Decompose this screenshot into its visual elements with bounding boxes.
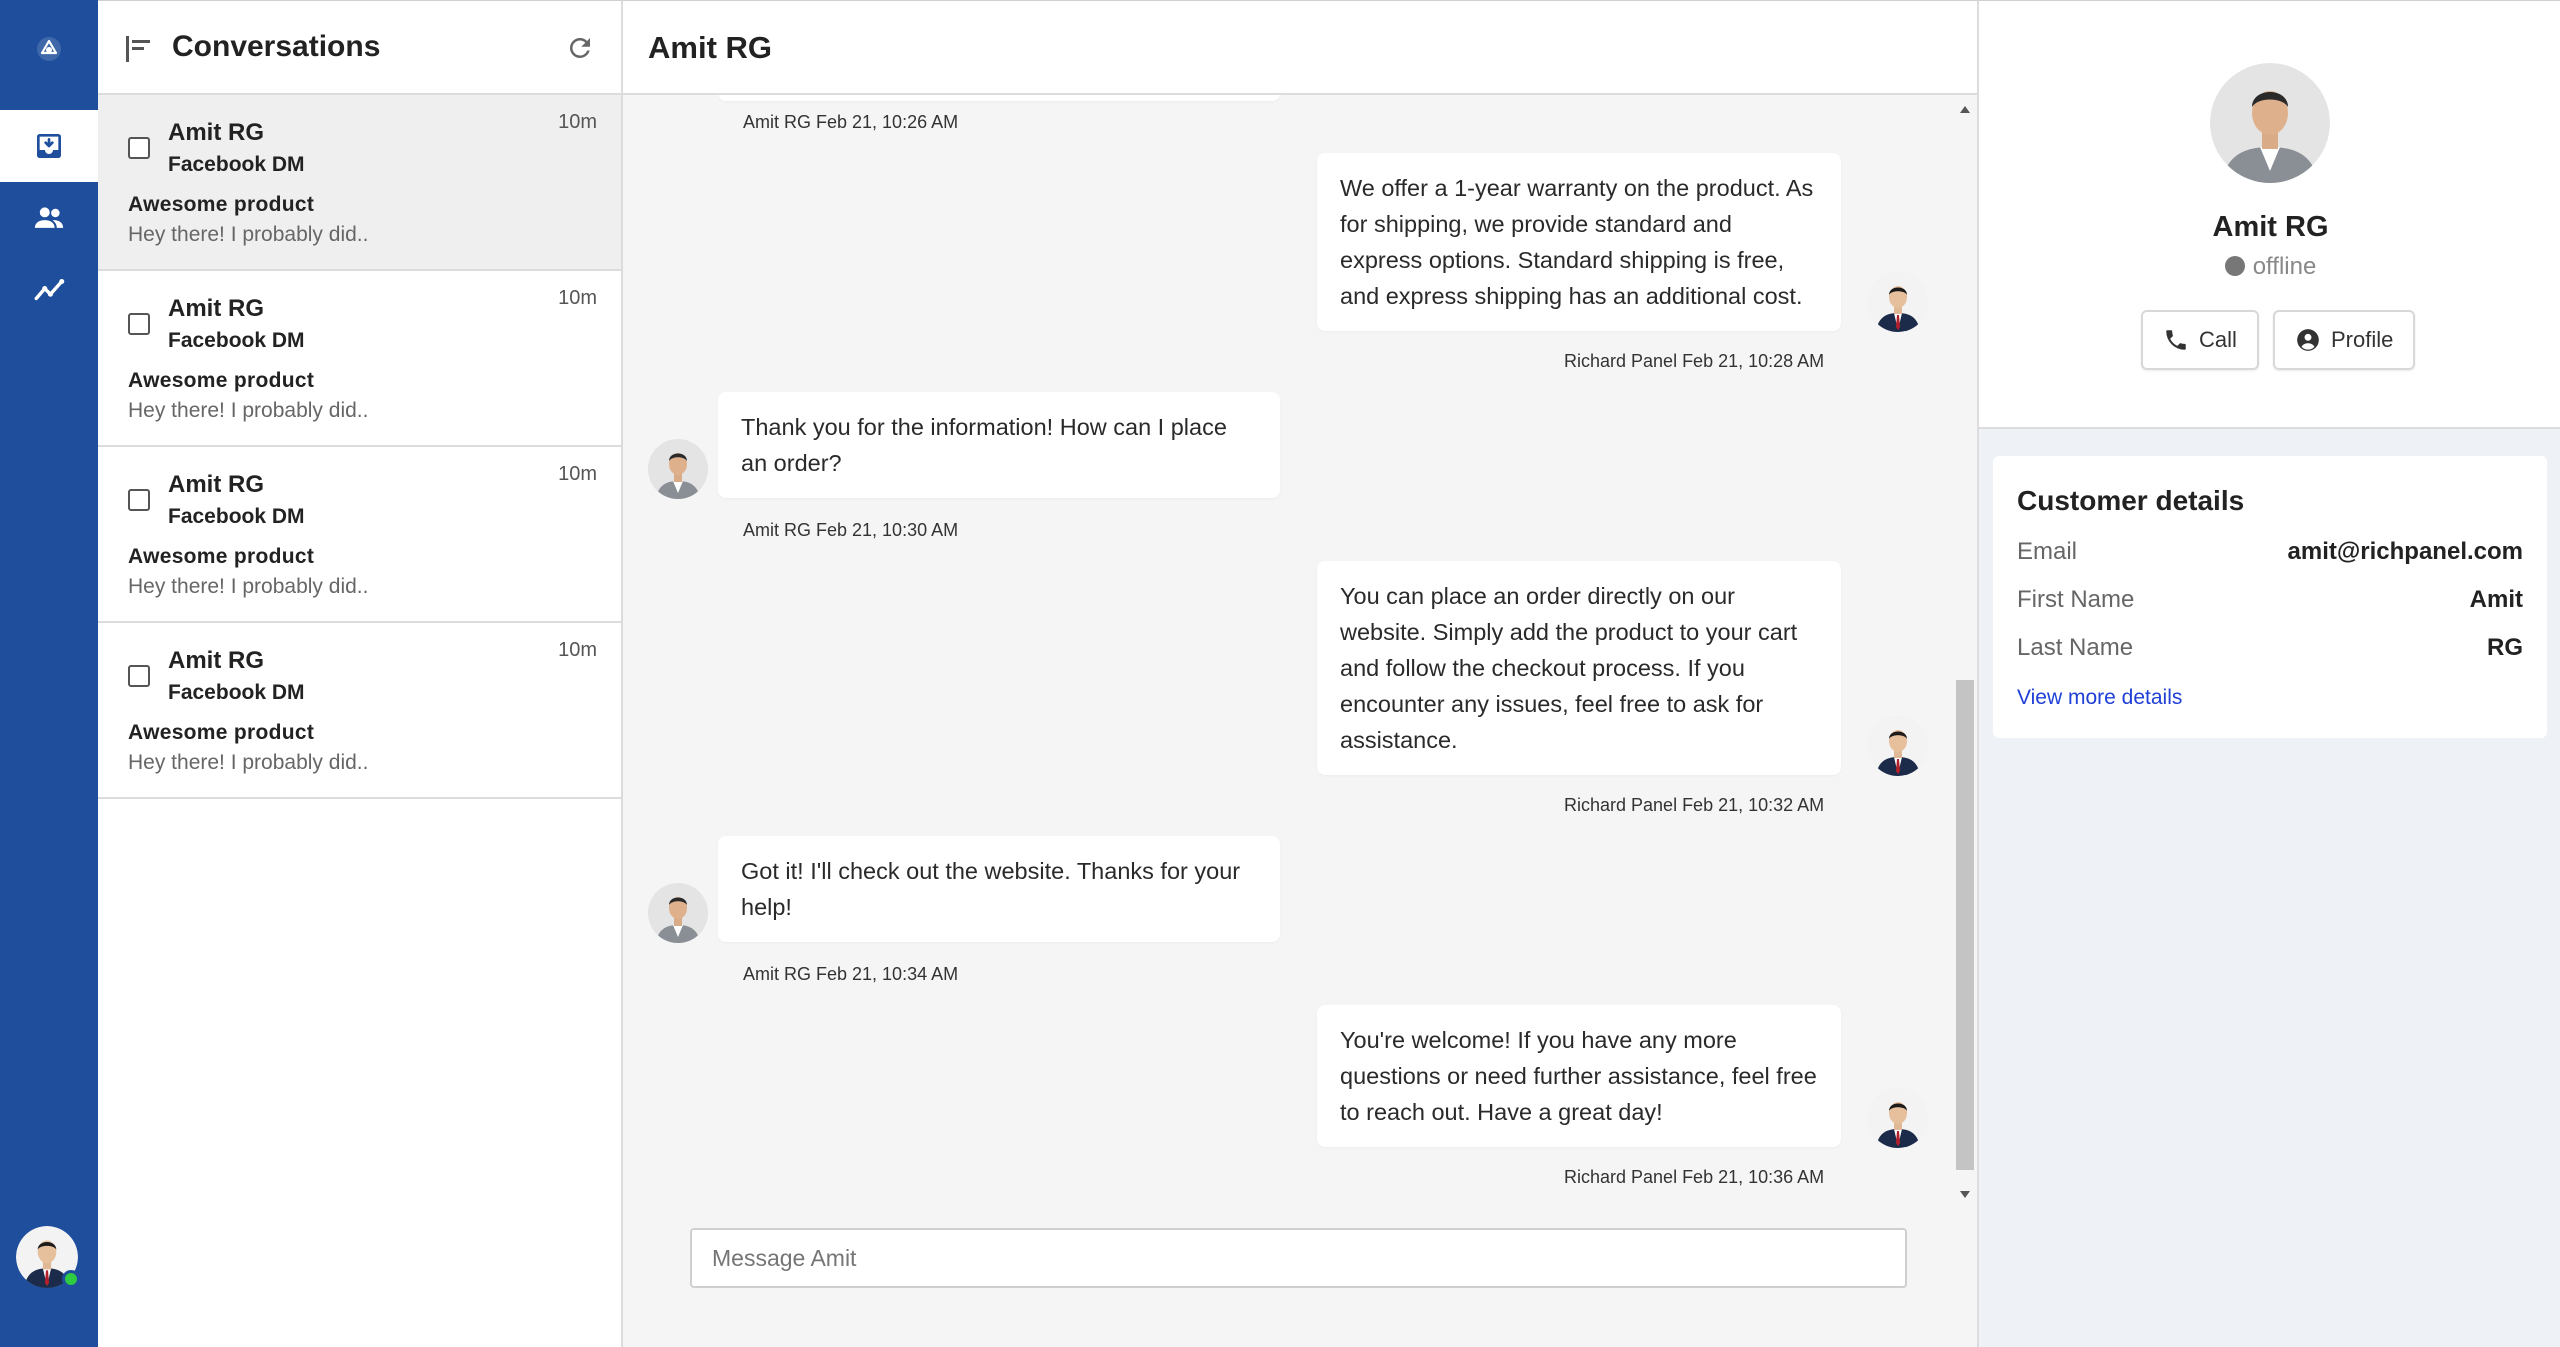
chat-header: Amit RG	[623, 1, 1977, 95]
agent-message-bubble: We offer a 1-year warranty on the produc…	[1317, 153, 1841, 331]
contacts-nav-icon[interactable]	[0, 182, 98, 254]
conversation-preview: Hey there! I probably did..	[128, 399, 369, 422]
detail-row-last-name: Last Name RG	[2017, 634, 2523, 666]
conversation-channel: Facebook DM	[168, 505, 305, 528]
detail-value: Amit	[2469, 586, 2523, 613]
app-logo-icon[interactable]	[0, 0, 98, 98]
conversation-item[interactable]: Amit RG Facebook DM 10m Awesome product …	[98, 95, 621, 271]
conversation-checkbox[interactable]	[128, 665, 150, 687]
current-user-avatar[interactable]	[16, 1226, 80, 1288]
message-meta: Amit RG Feb 21, 10:34 AM	[743, 964, 959, 984]
conversation-subject: Awesome product	[128, 721, 315, 744]
call-button[interactable]: Call	[2141, 310, 2259, 370]
call-button-label: Call	[2199, 327, 2237, 352]
conversation-list-panel: Conversations Amit RG Facebook DM 10m Aw…	[98, 0, 623, 1347]
account-circle-icon	[2297, 329, 2319, 351]
conversation-item[interactable]: Amit RG Facebook DM 10m Awesome product …	[98, 271, 621, 447]
message-scrollbar[interactable]	[1953, 95, 1977, 1215]
conversation-name: Amit RG	[168, 119, 264, 146]
detail-row-email: Email amit@richpanel.com	[2017, 538, 2523, 570]
conversation-time: 10m	[558, 287, 597, 309]
detail-label: Last Name	[2017, 634, 2134, 661]
conversation-subject: Awesome product	[128, 545, 315, 568]
message-meta: Amit RG Feb 21, 10:30 AM	[743, 520, 959, 540]
message-meta: Richard Panel Feb 21, 10:28 AM	[1564, 351, 1825, 371]
customer-status-label: offline	[2252, 253, 2317, 280]
nav-rail	[0, 0, 98, 1347]
agent-message-bubble: You can place an order directly on our w…	[1317, 561, 1841, 775]
conversation-time: 10m	[558, 463, 597, 485]
conversation-time: 10m	[558, 111, 597, 133]
conversations-title: Conversations	[172, 30, 381, 63]
conversation-name: Amit RG	[168, 295, 264, 322]
list-filter-icon[interactable]	[124, 34, 154, 69]
conversation-name: Amit RG	[168, 471, 264, 498]
conversation-preview: Hey there! I probably did..	[128, 223, 369, 246]
message-thread[interactable]: Amit RG Feb 21, 10:26 AM We offer a 1-ye…	[623, 95, 1953, 1205]
customer-details-card: Customer details Email amit@richpanel.co…	[1993, 456, 2547, 738]
conversation-item[interactable]: Amit RG Facebook DM 10m Awesome product …	[98, 447, 621, 623]
customer-profile-panel: Amit RG offline Call Profile Customer de…	[1977, 0, 2560, 1347]
detail-label: Email	[2017, 538, 2078, 565]
agent-avatar	[1868, 1088, 1928, 1148]
refresh-icon[interactable]	[565, 33, 595, 68]
message-meta: Richard Panel Feb 21, 10:32 AM	[1564, 795, 1825, 815]
detail-value: amit@richpanel.com	[2287, 538, 2523, 565]
conversation-preview: Hey there! I probably did..	[128, 575, 369, 598]
analytics-nav-icon[interactable]	[0, 254, 98, 326]
agent-avatar	[1868, 272, 1928, 332]
conversation-checkbox[interactable]	[128, 313, 150, 335]
agent-avatar	[1868, 716, 1928, 776]
conversation-subject: Awesome product	[128, 369, 315, 392]
scroll-down-icon[interactable]	[1959, 1189, 1971, 1199]
phone-icon	[2166, 330, 2186, 350]
conversation-item[interactable]: Amit RG Facebook DM 10m Awesome product …	[98, 623, 621, 799]
view-profile-button[interactable]: Profile	[2273, 310, 2416, 370]
customer-details-title: Customer details	[2017, 485, 2245, 516]
customer-name: Amit RG	[2212, 211, 2329, 243]
customer-message-bubble: Thank you for the information! How can I…	[718, 392, 1280, 498]
online-status-dot	[62, 1270, 80, 1288]
profile-header: Amit RG offline Call Profile	[1979, 1, 2560, 429]
conversation-channel: Facebook DM	[168, 329, 305, 352]
chat-panel: Amit RG Amit RG Feb 21, 10:26 AM We offe…	[623, 0, 1977, 1347]
conversation-list-header: Conversations	[98, 1, 621, 95]
customer-profile-photo	[2210, 63, 2330, 183]
customer-avatar	[648, 439, 708, 499]
conversation-checkbox[interactable]	[128, 489, 150, 511]
agent-message-bubble: You're welcome! If you have any more que…	[1317, 1005, 1841, 1147]
conversation-channel: Facebook DM	[168, 681, 305, 704]
detail-label: First Name	[2017, 586, 2135, 613]
conversation-checkbox[interactable]	[128, 137, 150, 159]
customer-status: offline	[1979, 253, 2560, 281]
conversation-time: 10m	[558, 639, 597, 661]
inbox-nav-icon[interactable]	[0, 110, 98, 182]
conversation-subject: Awesome product	[128, 193, 315, 216]
message-meta: Richard Panel Feb 21, 10:36 AM	[1564, 1167, 1825, 1187]
message-input[interactable]	[690, 1228, 1907, 1288]
profile-button-label: Profile	[2331, 327, 2394, 352]
detail-row-first-name: First Name Amit	[2017, 586, 2523, 618]
conversation-preview: Hey there! I probably did..	[128, 751, 369, 774]
offline-status-dot	[2224, 256, 2245, 276]
customer-avatar	[648, 883, 708, 943]
scroll-up-icon[interactable]	[1959, 105, 1971, 115]
customer-message-bubble: Got it! I'll check out the website. Than…	[718, 836, 1280, 942]
message-bubble-partial	[718, 95, 1280, 101]
detail-value: RG	[2487, 634, 2523, 661]
conversation-channel: Facebook DM	[168, 153, 305, 176]
chat-title: Amit RG	[648, 30, 772, 65]
message-meta: Amit RG Feb 21, 10:26 AM	[743, 112, 959, 132]
view-more-details-link[interactable]: View more details	[2017, 686, 2182, 710]
conversation-name: Amit RG	[168, 647, 264, 674]
scrollbar-thumb[interactable]	[1956, 680, 1974, 1170]
